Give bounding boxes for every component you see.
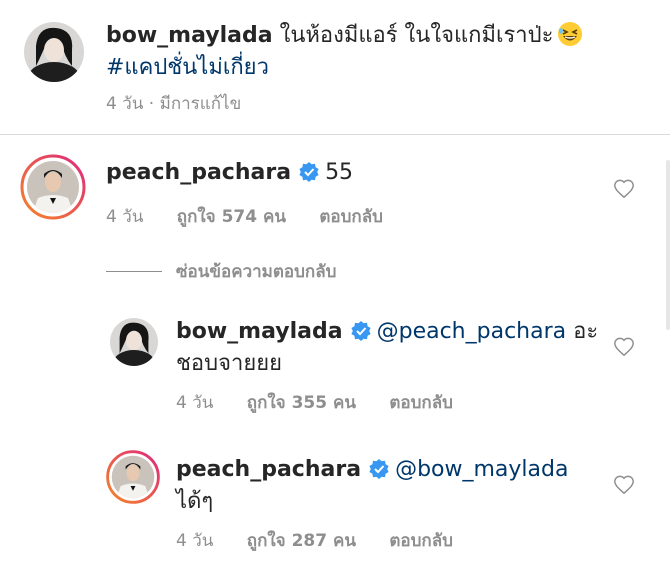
comments-panel: bow_maylada ในห้องมีแอร์ ในใจแกมีเราป่ะ … [0,0,670,564]
heart-icon[interactable] [613,474,635,496]
avatar-story-ring[interactable] [20,154,86,220]
likes-count[interactable]: ถูกใจ 574 คน [177,207,286,227]
caption-body: ในห้องมีแอร์ ในใจแกมีเราป่ะ [279,23,554,48]
comment-body: peach_pachara 55 [106,157,606,189]
edited-label: มีการแก้ไข [159,94,242,114]
reply-meta: 4 วัน ถูกใจ 287 คน ตอบกลับ [176,527,481,554]
verified-badge-icon [351,321,371,341]
likes-count[interactable]: ถูกใจ 287 คน [247,531,356,551]
comment-text: 55 [325,160,354,185]
comment-item: peach_pachara 55 4 วัน ถูกใจ 574 คน ตอบก… [0,140,670,240]
comment-meta: 4 วัน ถูกใจ 574 คน ตอบกลับ [106,203,411,230]
reply-button[interactable]: ตอบกลับ [319,207,383,227]
caption-hashtag[interactable]: #แคปชั่นไม่เกี่ยว [106,55,269,80]
reply-body: peach_pachara @bow_maylada ได้ๆ [176,454,606,518]
avatar[interactable] [24,22,84,82]
reply-username[interactable]: peach_pachara [176,457,361,482]
divider [0,134,670,135]
avatar[interactable] [110,318,158,366]
reply-age: 4 วัน [176,531,214,551]
reply-body: bow_maylada @peach_pachara อะชอบจายยย [176,316,606,380]
caption-age: 4 วัน [106,94,144,114]
scrollbar[interactable] [666,160,670,330]
caption-username[interactable]: bow_maylada [106,23,273,48]
reply-item: bow_maylada @peach_pachara อะชอบจายยย 4 … [0,300,670,418]
reply-button[interactable]: ตอบกลับ [389,531,453,551]
reply-meta: 4 วัน ถูกใจ 355 คน ตอบกลับ [176,389,481,416]
heart-icon[interactable] [613,178,635,200]
hide-replies-label: ซ่อนข้อความตอบกลับ [176,262,337,282]
heart-icon[interactable] [613,336,635,358]
reply-button[interactable]: ตอบกลับ [389,393,453,413]
reply-item: peach_pachara @bow_maylada ได้ๆ 4 วัน ถู… [0,438,670,556]
verified-badge-icon [299,162,319,182]
reply-username[interactable]: bow_maylada [176,319,343,344]
avatar-story-ring[interactable] [106,450,160,504]
reply-mention[interactable]: @bow_maylada [395,457,568,482]
meta-separator: · [148,94,155,114]
verified-badge-icon [369,459,389,479]
likes-count[interactable]: ถูกใจ 355 คน [247,393,356,413]
reply-text: ได้ๆ [176,489,214,514]
toggle-line [106,271,162,272]
reply-mention[interactable]: @peach_pachara [377,319,567,344]
reply-age: 4 วัน [176,393,214,413]
post-caption: bow_maylada ในห้องมีแอร์ ในใจแกมีเราป่ะ … [0,0,670,134]
comment-username[interactable]: peach_pachara [106,160,291,185]
caption-meta: 4 วัน · มีการแก้ไข [106,90,241,117]
comment-age: 4 วัน [106,207,144,227]
caption-text: bow_maylada ในห้องมีแอร์ ในใจแกมีเราป่ะ … [106,20,646,84]
laughing-emoji-icon [558,22,583,46]
